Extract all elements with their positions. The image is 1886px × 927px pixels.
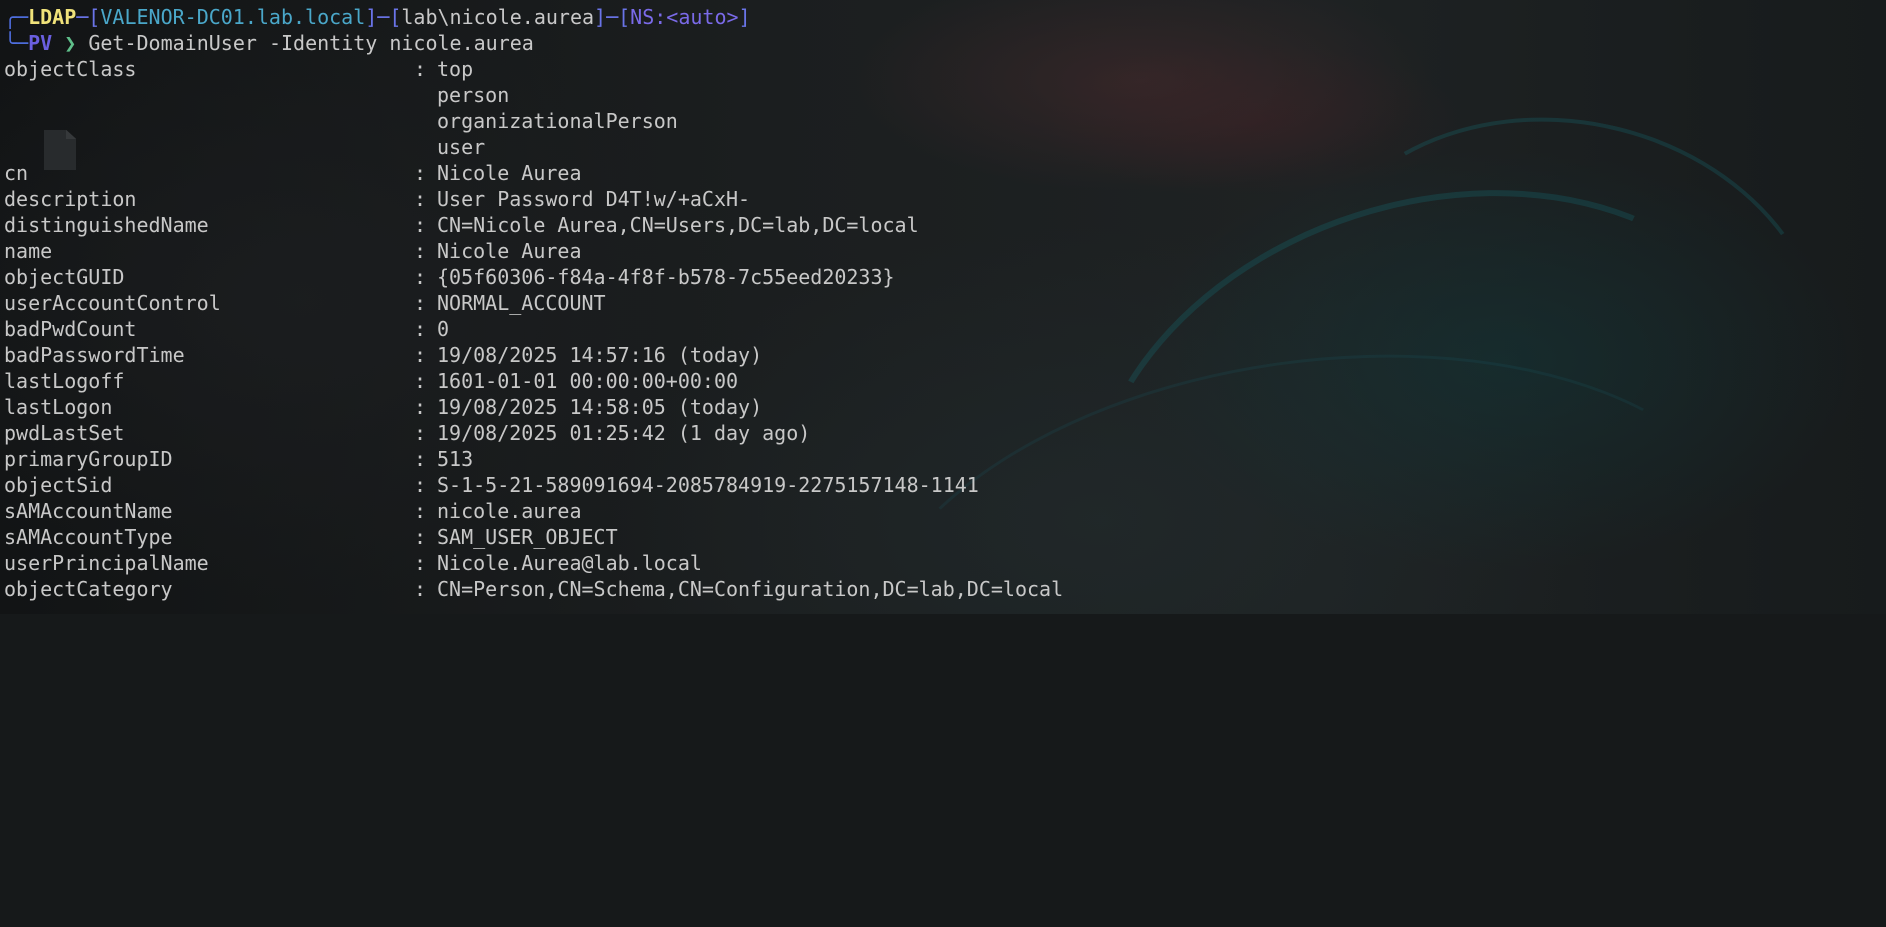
output-row-objectclass-continued: person — [4, 82, 509, 108]
output-value: 19/08/2025 14:58:05 (today) — [437, 395, 763, 419]
output-key: badPasswordTime — [4, 343, 185, 367]
output-value: S-1-5-21-589091694-2085784919-2275157148… — [437, 473, 979, 497]
output-value: NORMAL_ACCOUNT — [437, 291, 606, 315]
output-separator: : — [414, 213, 427, 237]
output-key: objectSid — [4, 473, 113, 497]
output-separator: : — [414, 239, 427, 263]
output-separator: : — [414, 395, 427, 419]
output-separator: : — [414, 577, 427, 601]
prompt-separator: ] — [738, 5, 751, 29]
output-key: sAMAccountName — [4, 499, 173, 523]
output-separator: : — [414, 421, 427, 445]
output-key: userPrincipalName — [4, 551, 209, 575]
output-separator: : — [414, 265, 427, 289]
output-key: userAccountControl — [4, 291, 221, 315]
prompt-user: lab\nicole.aurea — [401, 5, 595, 29]
output-separator: : — [414, 161, 427, 185]
output-value: Nicole Aurea — [437, 161, 582, 185]
output-key: lastLogon — [4, 395, 113, 419]
output-row-objectclass-continued: user — [4, 134, 485, 160]
output-value: organizationalPerson — [437, 109, 678, 133]
output-key: pwdLastSet — [4, 421, 125, 445]
prompt-separator: ]─[ — [365, 5, 402, 29]
output-key: description — [4, 187, 137, 211]
output-value: 513 — [437, 447, 474, 471]
output-key: lastLogoff — [4, 369, 125, 393]
output-key: sAMAccountType — [4, 525, 173, 549]
output-separator: : — [414, 525, 427, 549]
output-value: 19/08/2025 14:57:16 (today) — [437, 343, 763, 367]
output-row-objectclass: objectClass : top — [4, 56, 473, 82]
output-separator: : — [414, 291, 427, 315]
output-row-objectclass-continued: organizationalPerson — [4, 108, 678, 134]
prompt-box-corner-bottom: ╰─ — [4, 31, 29, 55]
output-separator: : — [414, 343, 427, 367]
output-separator: : — [414, 317, 427, 341]
output-value: 0 — [437, 317, 450, 341]
prompt-header-line: ╭─LDAP─[VALENOR-DC01.lab.local]─[lab\nic… — [4, 4, 751, 30]
output-value: SAM_USER_OBJECT — [437, 525, 618, 549]
terminal-window[interactable]: ╭─LDAP─[VALENOR-DC01.lab.local]─[lab\nic… — [0, 0, 1886, 614]
output-separator: : — [414, 499, 427, 523]
output-value: top — [437, 57, 474, 81]
output-value: nicole.aurea — [437, 499, 582, 523]
output-value: 19/08/2025 01:25:42 (1 day ago) — [437, 421, 811, 445]
prompt-host: VALENOR-DC01.lab.local — [100, 5, 366, 29]
output-value: User Password D4T!w/+aCxH- — [437, 187, 751, 211]
output-separator: : — [414, 473, 427, 497]
output-value: CN=Person,CN=Schema,CN=Configuration,DC=… — [437, 577, 1064, 601]
prompt-ldap-label: LDAP — [28, 5, 77, 29]
output-value: {05f60306-f84a-4f8f-b578-7c55eed20233} — [437, 265, 895, 289]
output-separator: : — [414, 57, 427, 81]
output-value: CN=Nicole Aurea,CN=Users,DC=lab,DC=local — [437, 213, 919, 237]
output-separator: : — [414, 369, 427, 393]
output-value: Nicole.Aurea@lab.local — [437, 551, 702, 575]
prompt-namespace: NS:<auto> — [630, 5, 739, 29]
command-line[interactable]: ╰─PV ❯ Get-DomainUser -Identity nicole.a… — [4, 30, 534, 56]
output-key: name — [4, 239, 53, 263]
output-key: objectCategory — [4, 577, 173, 601]
prompt-separator: ─[ — [76, 5, 101, 29]
output-key: objectClass — [4, 57, 137, 81]
output-separator: : — [414, 187, 427, 211]
output-value: user — [437, 135, 486, 159]
output-separator: : — [414, 551, 427, 575]
output-key: badPwdCount — [4, 317, 137, 341]
output-key: cn — [4, 161, 29, 185]
prompt-mode: PV — [28, 31, 53, 55]
prompt-box-corner-top: ╭─ — [4, 5, 29, 29]
output-value: 1601-01-01 00:00:00+00:00 — [437, 369, 739, 393]
output-separator: : — [414, 447, 427, 471]
output-key: distinguishedName — [4, 213, 209, 237]
prompt-separator: ]─[ — [594, 5, 631, 29]
command-text: Get-DomainUser -Identity nicole.aurea — [88, 31, 534, 55]
output-value: Nicole Aurea — [437, 239, 582, 263]
output-key: objectGUID — [4, 265, 125, 289]
prompt-chevron-icon: ❯ — [64, 31, 77, 55]
output-key: primaryGroupID — [4, 447, 173, 471]
output-value: person — [437, 83, 510, 107]
